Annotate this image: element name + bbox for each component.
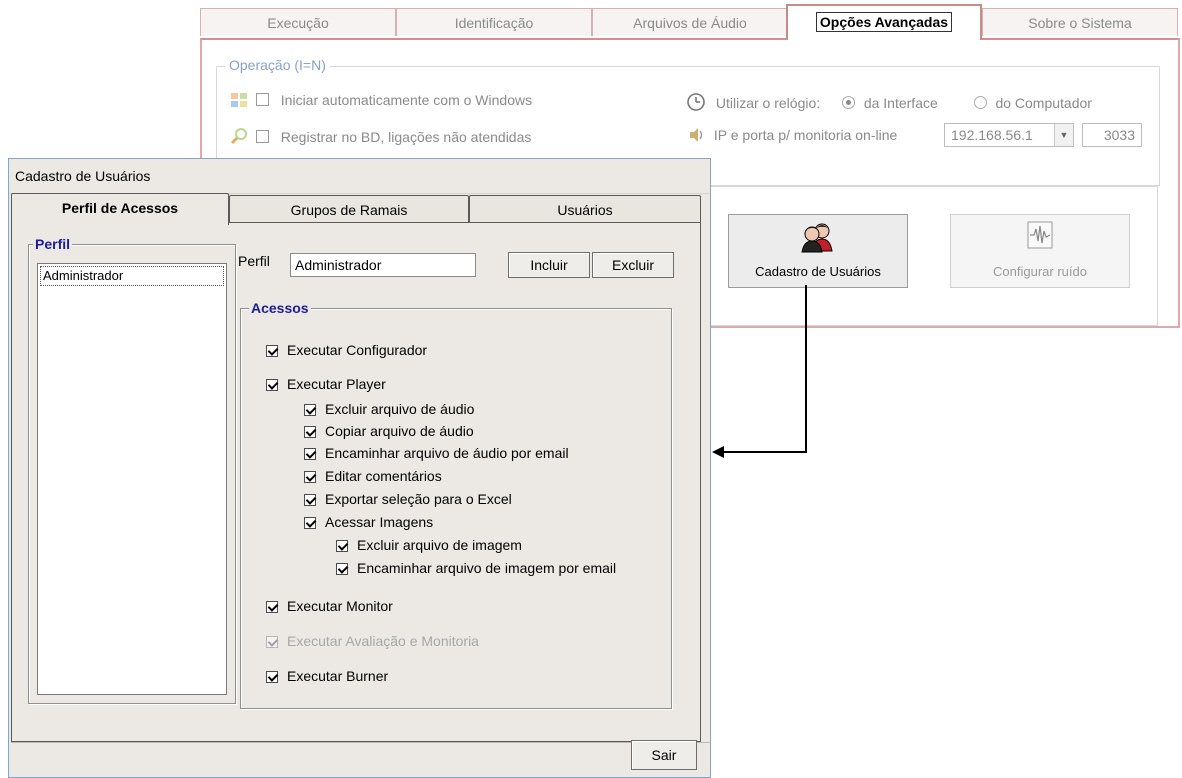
- start-with-windows-label: Iniciar automaticamente com o Windows: [280, 92, 533, 108]
- copiar-audio-label: Copiar arquivo de áudio: [325, 423, 474, 439]
- chevron-down-icon[interactable]: ▼: [1054, 124, 1073, 146]
- encaminhar-imagem-label: Encaminhar arquivo de imagem por email: [357, 560, 617, 576]
- clock-icon: [686, 92, 712, 115]
- speaker-icon: [688, 127, 710, 146]
- start-with-windows-checkbox[interactable]: [255, 93, 269, 106]
- executar-burner-row[interactable]: Executar Burner: [266, 668, 388, 684]
- acessos-group-legend: Acessos: [249, 300, 311, 316]
- perfil-input[interactable]: Administrador: [290, 253, 476, 277]
- perfil-field-label: Perfil: [238, 253, 270, 269]
- dialog-title: Cadastro de Usuários: [9, 159, 710, 194]
- register-db-checkbox[interactable]: [255, 130, 269, 143]
- dialog-tabs: Perfil de Acessos Grupos de Ramais Usuár…: [11, 193, 702, 225]
- cadastro-usuarios-dialog: Cadastro de Usuários Perfil de Acessos G…: [8, 158, 711, 778]
- waveform-icon: [1027, 221, 1053, 252]
- tab-grupos-ramais[interactable]: Grupos de Ramais: [229, 195, 469, 223]
- incluir-button[interactable]: Incluir: [508, 252, 590, 278]
- cadastro-usuarios-label: Cadastro de Usuários: [755, 264, 881, 279]
- sair-button[interactable]: Sair: [631, 740, 697, 770]
- acessar-imagens-row[interactable]: Acessar Imagens: [304, 514, 433, 530]
- tab-usuarios[interactable]: Usuários: [469, 195, 701, 223]
- executar-configurador-checkbox[interactable]: [266, 345, 278, 357]
- port-field[interactable]: 3033: [1082, 123, 1142, 147]
- executar-player-row[interactable]: Executar Player: [266, 376, 386, 392]
- list-item[interactable]: Administrador: [40, 266, 224, 286]
- tab-opcoes-avancadas-label: Opções Avançadas: [815, 12, 953, 32]
- copiar-audio-checkbox[interactable]: [304, 426, 316, 438]
- register-db-label: Registrar no BD, ligações não atendidas: [280, 129, 532, 145]
- excluir-audio-checkbox[interactable]: [304, 404, 316, 416]
- editar-comentarios-row[interactable]: Editar comentários: [304, 468, 442, 484]
- clock-interface-label: da Interface: [863, 95, 938, 111]
- ip-label: IP e porta p/ monitoria on-line: [713, 127, 898, 143]
- executar-monitor-checkbox[interactable]: [266, 601, 278, 613]
- encaminhar-audio-label: Encaminhar arquivo de áudio por email: [325, 445, 569, 461]
- excluir-audio-label: Excluir arquivo de áudio: [325, 401, 475, 417]
- perfil-group-legend: Perfil: [33, 236, 73, 252]
- tab-arquivos-audio[interactable]: Arquivos de Áudio: [592, 8, 788, 36]
- perfil-acessos-panel: Perfil Administrador Perfil Administrado…: [11, 222, 701, 742]
- magnifier-icon: [230, 127, 252, 148]
- operation-group-legend: Operação (I=N): [225, 57, 330, 73]
- excluir-imagem-row[interactable]: Excluir arquivo de imagem: [336, 537, 522, 553]
- users-icon: [800, 221, 836, 256]
- executar-configurador-row[interactable]: Executar Configurador: [266, 342, 427, 358]
- advanced-window-tabs: Execução Identificação Arquivos de Áudio…: [200, 4, 1182, 40]
- tab-opcoes-avancadas[interactable]: Opções Avançadas: [786, 4, 982, 40]
- executar-burner-label: Executar Burner: [287, 668, 389, 684]
- copiar-audio-row[interactable]: Copiar arquivo de áudio: [304, 423, 474, 439]
- encaminhar-imagem-checkbox[interactable]: [336, 563, 348, 575]
- encaminhar-audio-row[interactable]: Encaminhar arquivo de áudio por email: [304, 445, 569, 461]
- clock-label: Utilizar o relógio:: [715, 95, 821, 111]
- executar-avaliacao-label: Executar Avaliação e Monitoria: [287, 633, 479, 649]
- executar-monitor-label: Executar Monitor: [287, 598, 393, 614]
- configurar-ruido-label: Configurar ruído: [993, 264, 1087, 279]
- excluir-button[interactable]: Excluir: [592, 252, 674, 278]
- excluir-audio-row[interactable]: Excluir arquivo de áudio: [304, 401, 474, 417]
- clock-row: Utilizar o relógio: da Interface do Comp…: [686, 92, 1092, 115]
- acessar-imagens-checkbox[interactable]: [304, 517, 316, 529]
- encaminhar-imagem-row[interactable]: Encaminhar arquivo de imagem por email: [336, 560, 616, 576]
- executar-player-label: Executar Player: [287, 376, 386, 392]
- editar-comentarios-checkbox[interactable]: [304, 471, 316, 483]
- ip-row: IP e porta p/ monitoria on-line: [688, 127, 897, 146]
- excluir-imagem-label: Excluir arquivo de imagem: [357, 537, 522, 553]
- register-db-row: Registrar no BD, ligações não atendidas: [230, 127, 531, 148]
- executar-monitor-row[interactable]: Executar Monitor: [266, 598, 393, 614]
- tab-execucao[interactable]: Execução: [200, 8, 396, 36]
- exportar-excel-label: Exportar seleção para o Excel: [325, 491, 512, 507]
- perfil-group: Perfil Administrador: [28, 236, 236, 704]
- clock-computer-radio[interactable]: [973, 96, 987, 109]
- configurar-ruido-button[interactable]: Configurar ruído: [950, 214, 1130, 288]
- executar-avaliacao-checkbox: [266, 636, 278, 648]
- cadastro-usuarios-button[interactable]: Cadastro de Usuários: [728, 214, 908, 288]
- exportar-excel-row[interactable]: Exportar seleção para o Excel: [304, 491, 512, 507]
- start-with-windows-row: Iniciar automaticamente com o Windows: [230, 92, 532, 111]
- ip-value: 192.168.56.1: [951, 127, 1033, 143]
- executar-avaliacao-row: Executar Avaliação e Monitoria: [266, 633, 479, 649]
- tab-perfil-acessos[interactable]: Perfil de Acessos: [11, 193, 229, 225]
- windows-flag-icon: [230, 92, 252, 111]
- executar-burner-checkbox[interactable]: [266, 671, 278, 683]
- clock-interface-radio[interactable]: [841, 96, 855, 109]
- executar-player-checkbox[interactable]: [266, 379, 278, 391]
- tab-sobre-sistema[interactable]: Sobre o Sistema: [982, 8, 1178, 36]
- connector-arrow: [712, 285, 807, 458]
- excluir-imagem-checkbox[interactable]: [336, 540, 348, 552]
- perfil-listbox[interactable]: Administrador: [37, 263, 227, 695]
- editar-comentarios-label: Editar comentários: [325, 468, 442, 484]
- acessar-imagens-label: Acessar Imagens: [325, 514, 434, 530]
- dialog-separator: [11, 742, 710, 743]
- encaminhar-audio-checkbox[interactable]: [304, 448, 316, 460]
- tab-identificacao[interactable]: Identificação: [396, 8, 592, 36]
- executar-configurador-label: Executar Configurador: [287, 342, 428, 358]
- ip-combobox[interactable]: 192.168.56.1 ▼: [944, 123, 1074, 147]
- exportar-excel-checkbox[interactable]: [304, 494, 316, 506]
- clock-computer-label: do Computador: [995, 95, 1092, 111]
